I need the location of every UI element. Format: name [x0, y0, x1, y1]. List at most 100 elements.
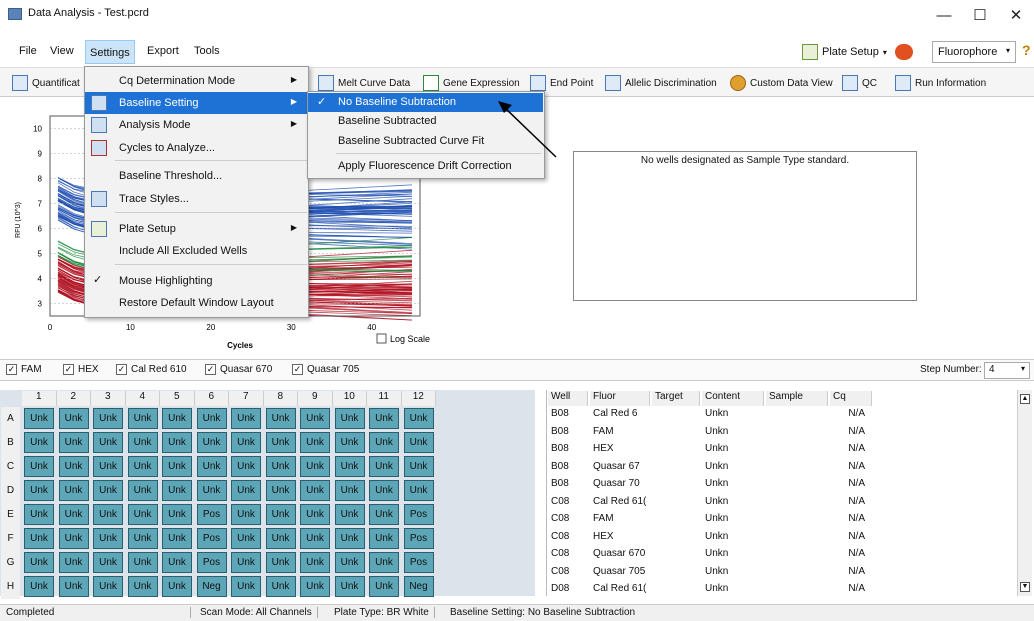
settings-menu-item[interactable]: Baseline Threshold... [85, 165, 307, 187]
settings-menu-item[interactable]: Include All Excluded Wells [85, 240, 307, 262]
table-cell[interactable]: D08 [551, 583, 587, 594]
plate-well[interactable]: Unk [231, 552, 261, 573]
plate-well[interactable]: Unk [369, 528, 399, 549]
plate-well[interactable]: Unk [24, 552, 54, 573]
filter-quasar-705[interactable]: ✓ Quasar 705 [292, 364, 359, 375]
plate-well[interactable]: Unk [93, 432, 123, 453]
plate-row-header[interactable]: H [1, 575, 20, 599]
plate-well[interactable]: Unk [162, 552, 192, 573]
menu-tools[interactable]: Tools [192, 45, 222, 57]
table-cell[interactable]: N/A [833, 461, 865, 472]
table-cell[interactable]: C08 [551, 513, 587, 524]
plate-well[interactable]: Unk [196, 480, 227, 501]
plate-well[interactable]: Unk [300, 456, 330, 477]
plate-well[interactable]: Unk [93, 576, 123, 597]
plate-row-header[interactable]: A [1, 407, 20, 431]
table-column-header[interactable]: Well [548, 391, 588, 406]
tab-end-point[interactable]: End Point [530, 73, 593, 93]
plate-well[interactable]: Unk [58, 480, 89, 501]
plate-well[interactable]: Pos [196, 504, 227, 525]
plate-well[interactable]: Unk [162, 504, 192, 525]
plate-well[interactable]: Unk [369, 480, 399, 501]
menu-settings[interactable]: Settings [85, 40, 135, 64]
table-cell[interactable]: Unkn [705, 461, 763, 472]
filter-hex[interactable]: ✓ HEX [63, 364, 99, 375]
menu-export[interactable]: Export [145, 45, 181, 57]
plate-well[interactable]: Unk [265, 528, 296, 549]
plate-well[interactable]: Unk [231, 480, 261, 501]
table-cell[interactable]: B08 [551, 443, 587, 454]
vertical-scrollbar[interactable]: ▲ ▼ [1017, 390, 1032, 596]
plate-well[interactable]: Unk [162, 432, 192, 453]
help-icon[interactable]: ? [1022, 42, 1031, 58]
table-cell[interactable]: N/A [833, 531, 865, 542]
table-cell[interactable]: Quasar 67 [593, 461, 649, 472]
plate-column-header[interactable]: 12 [401, 391, 436, 406]
table-cell[interactable]: N/A [833, 496, 865, 507]
plate-well[interactable]: Unk [127, 408, 158, 429]
plate-well[interactable]: Unk [369, 504, 399, 525]
plate-well[interactable]: Unk [265, 552, 296, 573]
tab-gene-expression[interactable]: Gene Expression [423, 73, 520, 93]
table-column-header[interactable]: Fluor [590, 391, 650, 406]
plate-well[interactable]: Unk [162, 456, 192, 477]
plate-column-header[interactable]: 9 [298, 391, 333, 406]
table-cell[interactable]: N/A [833, 426, 865, 437]
plate-well[interactable]: Unk [93, 528, 123, 549]
plate-well[interactable]: Unk [127, 576, 158, 597]
plate-well[interactable]: Unk [300, 576, 330, 597]
plate-well[interactable]: Unk [265, 504, 296, 525]
table-cell[interactable]: C08 [551, 548, 587, 559]
table-cell[interactable]: Cal Red 61( [593, 583, 649, 594]
plate-well[interactable]: Unk [127, 552, 158, 573]
plate-column-header[interactable]: 8 [263, 391, 298, 406]
plate-well[interactable]: Unk [334, 480, 365, 501]
table-cell[interactable]: Unkn [705, 496, 763, 507]
log-scale-checkbox[interactable] [376, 333, 387, 344]
plate-well[interactable]: Unk [334, 504, 365, 525]
plate-row-header[interactable]: E [1, 503, 20, 527]
plate-row-header[interactable]: D [1, 479, 20, 503]
plate-well[interactable]: Unk [300, 528, 330, 549]
table-column-header[interactable]: Content [702, 391, 764, 406]
settings-menu-item[interactable]: Cq Determination Mode ▶ [85, 70, 307, 92]
table-cell[interactable]: Unkn [705, 443, 763, 454]
plate-well[interactable]: Unk [93, 456, 123, 477]
table-cell[interactable]: C08 [551, 531, 587, 542]
table-cell[interactable]: FAM [593, 426, 649, 437]
plate-row-header[interactable]: G [1, 551, 20, 575]
plate-well[interactable]: Unk [231, 528, 261, 549]
plate-well[interactable]: Unk [403, 456, 434, 477]
plate-well[interactable]: Unk [231, 408, 261, 429]
table-cell[interactable]: C08 [551, 566, 587, 577]
plate-setup-button[interactable]: Plate Setup ▾ [802, 40, 913, 64]
plate-well[interactable]: Unk [127, 480, 158, 501]
plate-well[interactable]: Unk [93, 552, 123, 573]
plate-well[interactable]: Unk [196, 408, 227, 429]
table-cell[interactable]: B08 [551, 461, 587, 472]
plate-well[interactable]: Unk [162, 408, 192, 429]
table-cell[interactable]: Unkn [705, 478, 763, 489]
table-cell[interactable]: Unkn [705, 408, 763, 419]
plate-well[interactable]: Unk [58, 504, 89, 525]
plate-well[interactable]: Unk [300, 480, 330, 501]
filter-fam[interactable]: ✓ FAM [6, 364, 42, 375]
table-cell[interactable]: C08 [551, 496, 587, 507]
table-cell[interactable]: N/A [833, 566, 865, 577]
table-cell[interactable]: Unkn [705, 513, 763, 524]
table-cell[interactable]: Cal Red 61( [593, 496, 649, 507]
settings-menu-item[interactable]: Mouse Highlighting ✓ [85, 270, 307, 292]
plate-well[interactable]: Unk [265, 480, 296, 501]
plate-well[interactable]: Unk [24, 576, 54, 597]
plate-row-header[interactable]: C [1, 455, 20, 479]
plate-well[interactable]: Unk [334, 576, 365, 597]
plate-well[interactable]: Unk [231, 456, 261, 477]
filter-quasar-670[interactable]: ✓ Quasar 670 [205, 364, 272, 375]
plate-well[interactable]: Pos [403, 504, 434, 525]
menu-view[interactable]: View [48, 45, 76, 57]
table-cell[interactable]: Unkn [705, 583, 763, 594]
table-cell[interactable]: HEX [593, 443, 649, 454]
settings-menu-item[interactable]: Baseline Setting ▶ [85, 92, 307, 114]
plate-well[interactable]: Unk [93, 504, 123, 525]
plate-well[interactable]: Unk [127, 432, 158, 453]
